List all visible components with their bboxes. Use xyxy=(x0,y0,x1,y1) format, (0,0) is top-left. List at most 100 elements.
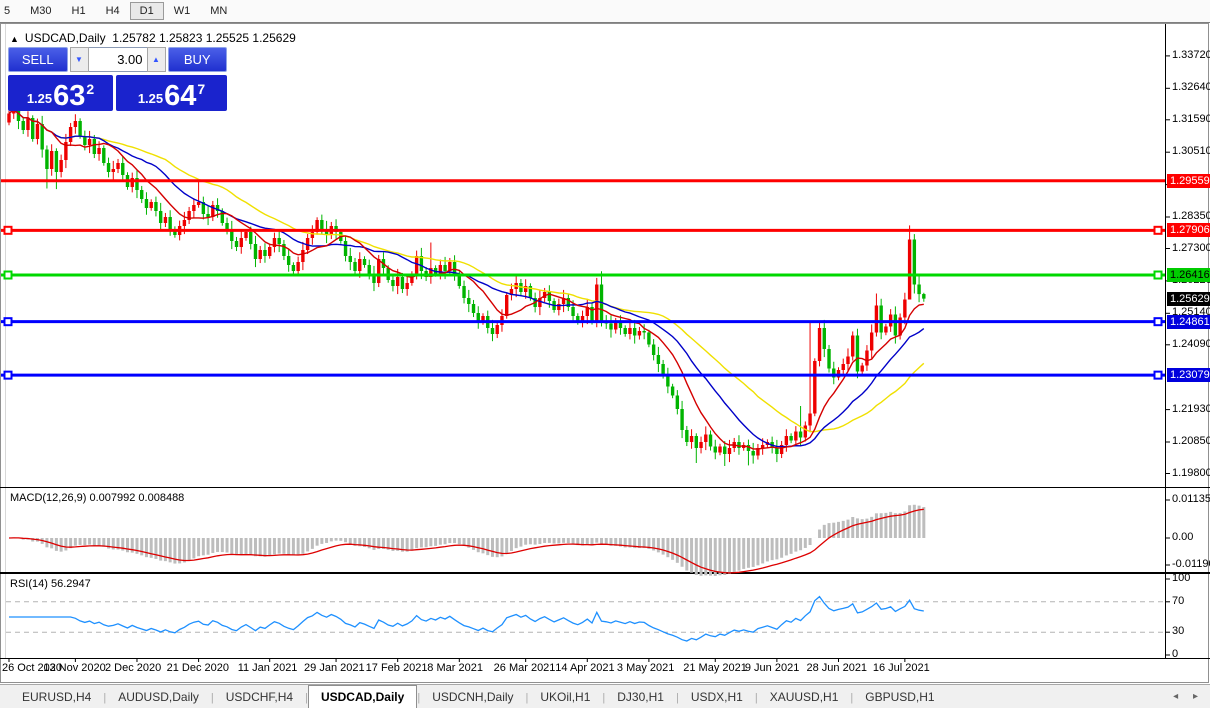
macd-name: MACD(12,26,9) xyxy=(10,492,87,504)
candle-body xyxy=(628,328,632,334)
buy-price-display[interactable]: 1.25 64 7 xyxy=(116,75,227,111)
level-line-handle[interactable] xyxy=(1153,370,1163,380)
candle-body xyxy=(405,283,409,289)
candle-body xyxy=(301,250,305,262)
price-badge: 1.23079 xyxy=(1167,368,1210,383)
candle-body xyxy=(632,328,637,336)
date-label: 17 Feb 2021 xyxy=(365,662,428,674)
level-line-handle[interactable] xyxy=(3,225,13,235)
candle-body xyxy=(737,442,741,448)
candle-body xyxy=(727,448,732,454)
chart-tab-dj30[interactable]: DJ30,H1 xyxy=(605,686,676,708)
candle-body xyxy=(253,244,258,259)
chart-tab-gbpusd[interactable]: GBPUSD,H1 xyxy=(853,686,946,708)
candle-body xyxy=(869,332,874,351)
candle-body xyxy=(495,325,499,334)
level-line-handle[interactable] xyxy=(1153,225,1163,235)
candle-body xyxy=(467,298,471,304)
date-label: 21 May 2021 xyxy=(683,662,747,674)
chart-tab-ukoil[interactable]: UKOil,H1 xyxy=(528,686,602,708)
sell-button[interactable]: SELL xyxy=(8,47,68,72)
level-line-handle[interactable] xyxy=(3,270,13,280)
price-badge: 1.29559 xyxy=(1167,173,1210,188)
sell-price-point: 2 xyxy=(86,81,95,97)
candle-body xyxy=(685,430,689,442)
chart-symbol-period: USDCAD,Daily xyxy=(24,31,106,45)
candle-body xyxy=(609,323,613,330)
timeframe-toolbar: 5 M30 H1 H4 D1 W1 MN xyxy=(0,0,1210,23)
buy-button[interactable]: BUY xyxy=(167,47,227,72)
candle-body xyxy=(704,434,708,442)
timeframe-button-w1[interactable]: W1 xyxy=(164,2,201,20)
candle-body xyxy=(893,314,898,336)
candle-body xyxy=(206,214,210,217)
volume-input[interactable] xyxy=(88,47,147,72)
timeframe-button-d1[interactable]: D1 xyxy=(129,2,164,20)
candle-body xyxy=(547,292,552,301)
buy-price-point: 7 xyxy=(197,81,206,97)
candle-body xyxy=(391,280,395,286)
price-chart-canvas[interactable] xyxy=(0,23,1210,685)
level-line-handle[interactable] xyxy=(1153,317,1163,327)
candle-body xyxy=(286,256,291,265)
rsi-name: RSI(14) xyxy=(10,578,48,590)
level-line-handle[interactable] xyxy=(3,370,13,380)
candle-body xyxy=(367,265,371,274)
timeframe-button-h1[interactable]: H1 xyxy=(62,2,96,20)
candle-body xyxy=(87,139,92,145)
candle-body xyxy=(917,284,921,295)
candle-body xyxy=(106,163,111,172)
timeframe-button-5[interactable]: 5 xyxy=(0,2,20,20)
chart-tab-usdchf[interactable]: USDCHF,H4 xyxy=(214,686,305,708)
chart-tab-eurusd[interactable]: EURUSD,H4 xyxy=(10,686,103,708)
date-label: 21 Dec 2020 xyxy=(166,662,229,674)
candle-body xyxy=(794,431,798,441)
date-label: 29 Jan 2021 xyxy=(304,662,365,674)
candle-body xyxy=(751,451,755,456)
candle-body xyxy=(642,331,646,333)
candle-body xyxy=(149,202,153,208)
candle-body xyxy=(97,148,101,154)
sell-price-display[interactable]: 1.25 63 2 xyxy=(8,75,113,111)
chart-tab-usdcad[interactable]: USDCAD,Daily xyxy=(307,685,418,708)
candle-body xyxy=(358,259,362,271)
candle-body xyxy=(54,151,59,172)
timeframe-button-m30[interactable]: M30 xyxy=(20,2,61,20)
collapse-panel-icon[interactable]: ▲ xyxy=(10,34,19,44)
timeframe-button-h4[interactable]: H4 xyxy=(96,2,130,20)
chart-tab-audusd[interactable]: AUDUSD,Daily xyxy=(106,686,211,708)
level-line-handle[interactable] xyxy=(1153,270,1163,280)
candle-body xyxy=(865,350,869,366)
chart-window: ▲ USDCAD,Daily 1.25782 1.25823 1.25525 1.… xyxy=(0,22,1210,685)
candle-body xyxy=(102,148,106,163)
candle-body xyxy=(244,232,248,238)
chart-ohlc-values: 1.25782 1.25823 1.25525 1.25629 xyxy=(112,31,296,45)
chart-tab-xauusd[interactable]: XAUUSD,H1 xyxy=(758,686,851,708)
volume-decrease-button[interactable]: ▼ xyxy=(69,47,89,72)
date-label: 3 May 2021 xyxy=(616,662,675,674)
candle-body xyxy=(713,446,717,453)
date-label: 28 Jun 2021 xyxy=(806,662,868,674)
price-axis-label: 1.27300 xyxy=(1172,241,1210,254)
candle-body xyxy=(258,250,262,259)
tab-scroll-arrows[interactable]: ◂ ▸ xyxy=(1173,691,1204,702)
timeframe-button-mn[interactable]: MN xyxy=(200,2,237,20)
candle-body xyxy=(784,436,789,445)
level-line-handle[interactable] xyxy=(3,317,13,327)
candle-body xyxy=(68,127,73,142)
price-badge: 1.25629 xyxy=(1167,291,1210,306)
chart-tab-usdcnh[interactable]: USDCNH,Daily xyxy=(420,686,525,708)
candle-body xyxy=(249,232,253,244)
chart-tab-usdx[interactable]: USDX,H1 xyxy=(679,686,755,708)
macd-indicator-label: MACD(12,26,9) 0.007992 0.008488 xyxy=(10,492,184,504)
chart-window-border xyxy=(0,23,1209,683)
price-axis-label: 1.32640 xyxy=(1172,81,1210,94)
candle-body xyxy=(841,364,845,370)
candle-body xyxy=(400,277,405,289)
rsi-value: 56.2947 xyxy=(50,578,91,590)
volume-increase-button[interactable]: ▲ xyxy=(146,47,166,72)
candle-body xyxy=(879,305,883,333)
candle-body xyxy=(92,139,97,154)
candle-body xyxy=(192,205,196,211)
candle-body xyxy=(59,160,63,172)
